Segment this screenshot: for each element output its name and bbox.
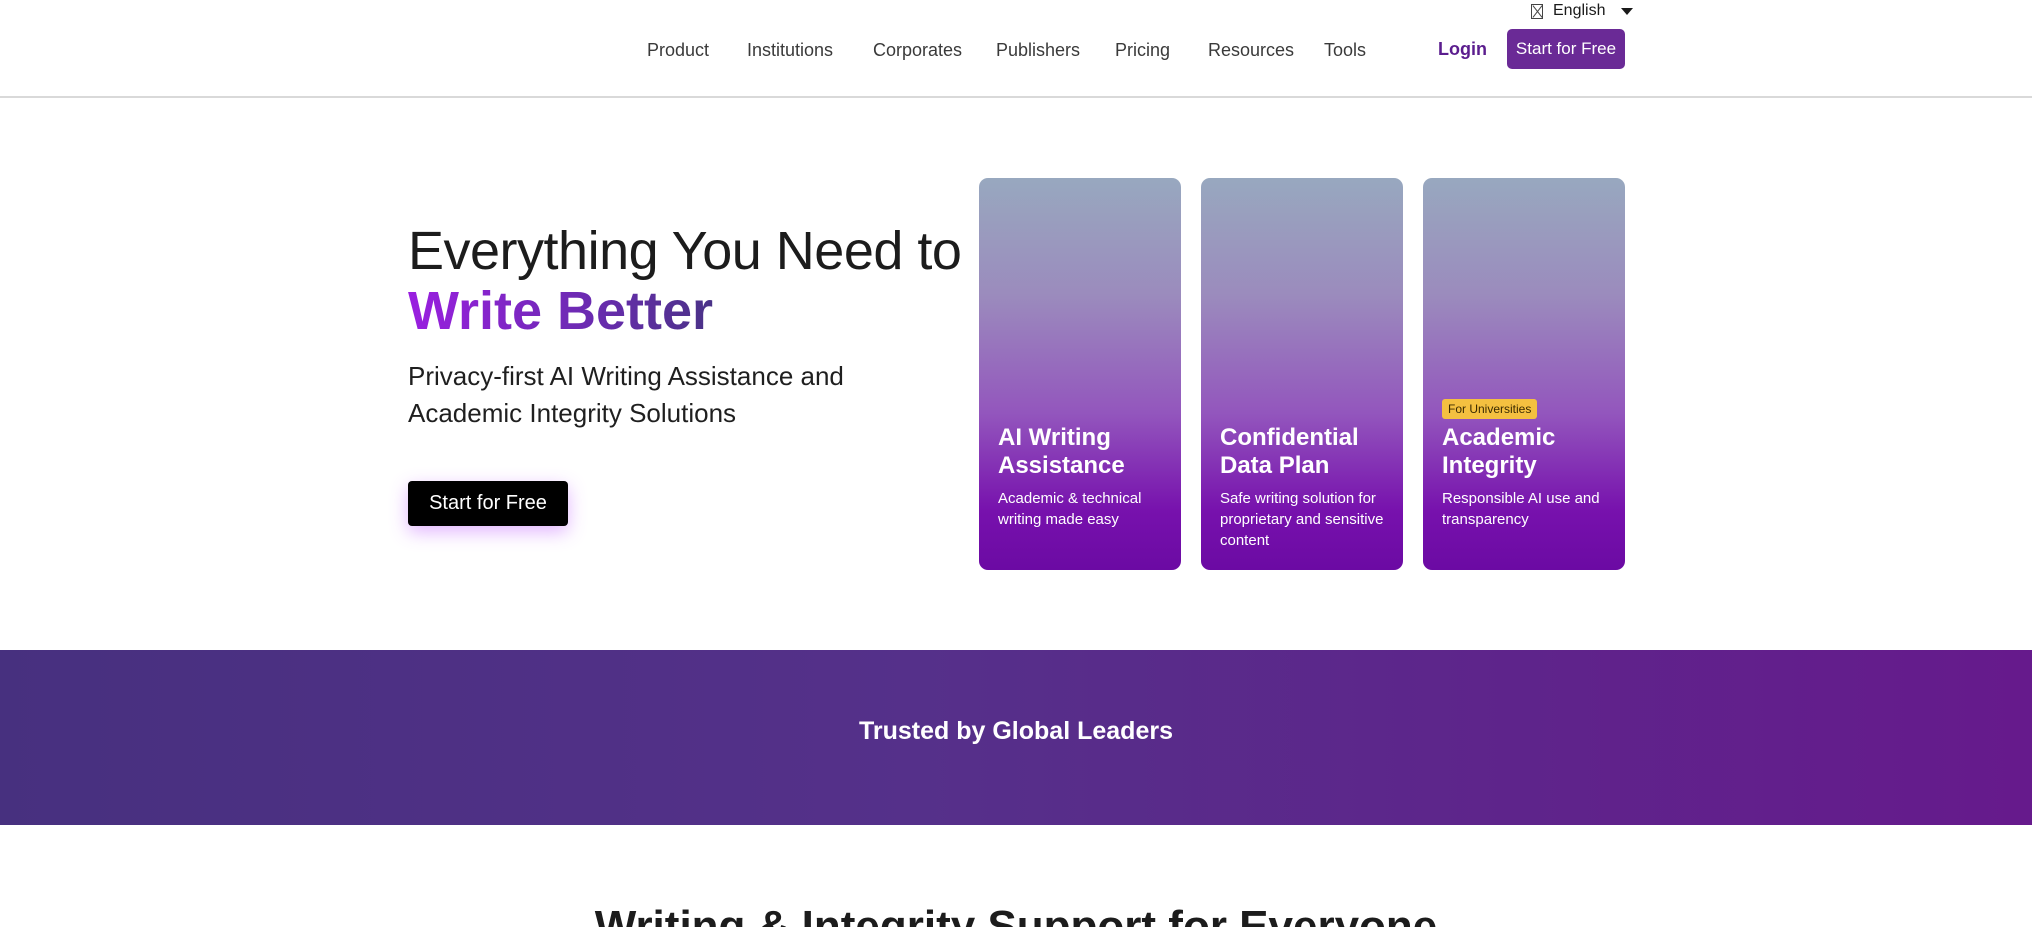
hero-start-free-button[interactable]: Start for Free xyxy=(408,481,568,526)
language-label: English xyxy=(1553,2,1606,19)
nav-institutions[interactable]: Institutions xyxy=(747,38,833,62)
card-description: Safe writing solution for proprietary an… xyxy=(1220,490,1384,549)
trusted-band: Trusted by Global Leaders xyxy=(0,650,2032,825)
card-description: Responsible AI use and transparency xyxy=(1442,490,1600,528)
language-selector[interactable]: English xyxy=(1531,2,1634,20)
site-header: English Product Institutions Corporates … xyxy=(0,0,2032,98)
nav-publishers[interactable]: Publishers xyxy=(996,38,1080,62)
card-title: Confidential Data Plan xyxy=(1220,424,1359,479)
login-link[interactable]: Login xyxy=(1438,37,1487,61)
trusted-title: Trusted by Global Leaders xyxy=(859,717,1173,745)
nav-tools[interactable]: Tools xyxy=(1324,38,1366,62)
nav-pricing[interactable]: Pricing xyxy=(1115,38,1170,62)
card-description: Academic & technical writing made easy xyxy=(998,490,1142,528)
nav-product[interactable]: Product xyxy=(647,38,709,62)
nav-resources[interactable]: Resources xyxy=(1208,38,1294,62)
flag-icon xyxy=(1531,3,1543,19)
nav-corporates[interactable]: Corporates xyxy=(873,38,962,62)
card-title: AI Writing Assistance xyxy=(998,424,1125,479)
chevron-down-icon xyxy=(1621,7,1634,15)
card-confidential-data[interactable]: Confidential Data Plan Safe writing solu… xyxy=(1201,178,1403,570)
card-title: Academic Integrity xyxy=(1442,424,1556,479)
card-academic-integrity[interactable]: For Universities Academic Integrity Resp… xyxy=(1423,178,1625,570)
section-title: Writing & Integrity Support for Everyone xyxy=(594,902,1438,927)
header-start-free-button[interactable]: Start for Free xyxy=(1507,29,1625,69)
hero-accent-title: Write Better xyxy=(408,281,714,341)
hero-title: Everything You Need to xyxy=(408,221,962,281)
hero-subtitle: Privacy-first AI Writing Assistance and … xyxy=(408,361,844,428)
card-ai-writing[interactable]: AI Writing Assistance Academic & technic… xyxy=(979,178,1181,570)
universities-badge: For Universities xyxy=(1442,399,1538,419)
